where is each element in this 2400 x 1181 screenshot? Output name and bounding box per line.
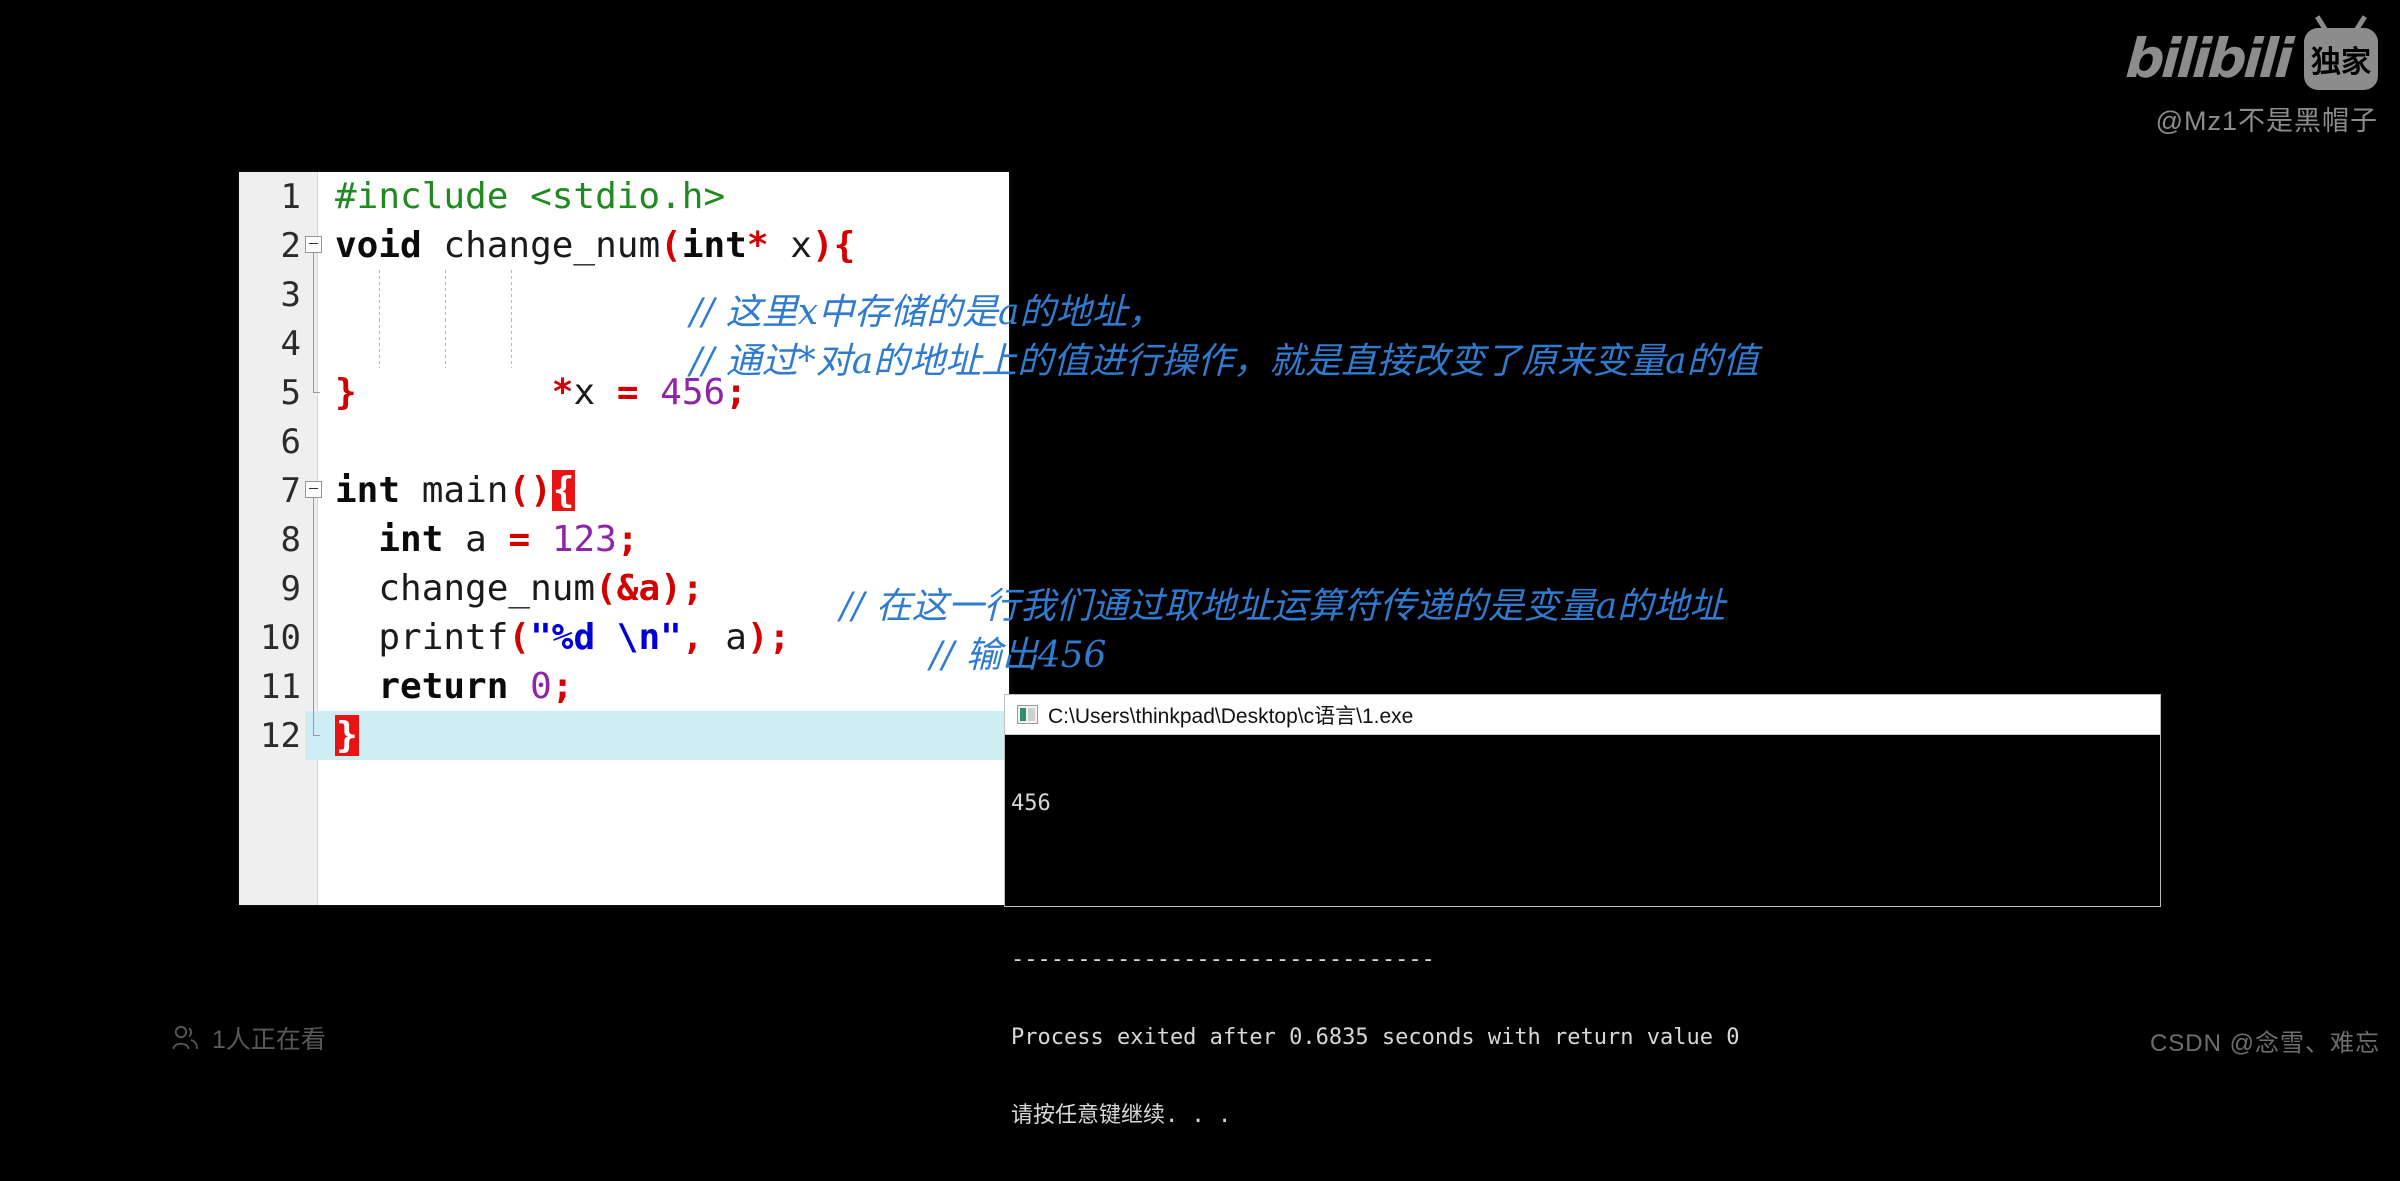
fold-guide-line <box>313 515 314 564</box>
fold-column <box>305 319 321 368</box>
fold-guide-line <box>313 498 314 515</box>
fold-guide-line <box>313 253 314 270</box>
token-format-string: "%d \n" <box>530 617 682 658</box>
token-paren-close: ) <box>746 617 769 658</box>
line-number: 1 <box>280 176 301 217</box>
line-number: 9 <box>280 568 301 609</box>
fold-guide-line <box>313 270 314 319</box>
people-icon <box>172 1025 198 1050</box>
console-titlebar[interactable]: C:\Users\thinkpad\Desktop\c语言\1.exe <box>1005 695 2160 735</box>
bilibili-logo-icon: bilibili <box>2123 27 2293 90</box>
viewer-count-status: 1人正在看 <box>170 1020 326 1056</box>
token-paren-close: ) <box>811 225 834 266</box>
token-number-123: 123 <box>551 519 617 560</box>
token-function-name: change_num <box>443 225 661 266</box>
console-title-text: C:\Users\thinkpad\Desktop\c语言\1.exe <box>1048 704 1414 728</box>
fold-column <box>305 515 321 564</box>
token-semicolon: ; <box>768 617 791 658</box>
console-output-exit-status: Process exited after 0.6835 seconds with… <box>1011 1025 1740 1050</box>
bilibili-exclusive-badge: 独家 <box>2304 28 2378 90</box>
line-number: 6 <box>280 421 301 462</box>
console-output-line: 456 <box>1011 791 1051 816</box>
line-number: 10 <box>260 617 301 658</box>
token-number-0: 0 <box>530 666 552 707</box>
fold-column <box>305 711 321 760</box>
token-brace-open: { <box>833 225 856 266</box>
line-number: 8 <box>280 519 301 560</box>
code-comment-line-3: // 这里x中存储的是a的地址， <box>690 292 1164 333</box>
console-app-icon <box>1017 705 1038 724</box>
token-brace-open-highlighted: { <box>551 470 576 511</box>
bilibili-logo-row: bilibili 独家 <box>2123 27 2378 90</box>
token-semicolon: ; <box>681 568 704 609</box>
token-semicolon: ; <box>616 519 639 560</box>
code-surface[interactable]: 1 #include <stdio.h> 2 void change_num(i… <box>239 172 1009 905</box>
viewer-count-label: 1人正在看 <box>212 1026 326 1054</box>
line-number: 7 <box>280 470 301 511</box>
code-line[interactable]: 1 #include <stdio.h> <box>239 172 1009 221</box>
bilibili-watermark: bilibili 独家 @Mz1不是黑帽子 <box>2123 27 2378 138</box>
token-paren-close: ) <box>530 470 552 511</box>
code-comment-line-10: // 输出456 <box>930 635 1107 676</box>
console-output-prompt: 请按任意键继续. . . <box>1011 1103 1232 1128</box>
token-var-a: a <box>725 617 747 658</box>
line-number: 5 <box>280 372 301 413</box>
token-keyword-void: void <box>335 225 422 266</box>
fold-guide-line <box>313 319 314 368</box>
fold-column <box>305 417 321 466</box>
code-comment-line-9: // 在这一行我们通过取地址运算符传递的是变量a的地址 <box>840 586 1726 627</box>
token-paren-open: ( <box>595 568 617 609</box>
line-number: 2 <box>280 225 301 266</box>
console-window[interactable]: C:\Users\thinkpad\Desktop\c语言\1.exe 456 … <box>1004 694 2161 1128</box>
token-param-x: x <box>768 225 812 266</box>
fold-column <box>305 564 321 613</box>
fold-column <box>305 662 321 711</box>
fold-column <box>305 368 321 417</box>
token-preprocessor: #include <stdio.h> <box>335 176 726 217</box>
fold-column[interactable] <box>305 466 322 515</box>
code-editor-panel[interactable]: 1 #include <stdio.h> 2 void change_num(i… <box>239 172 1009 905</box>
line-number: 3 <box>280 274 301 315</box>
code-line[interactable]: 2 void change_num(int* x){ <box>239 221 1009 270</box>
token-address-of-a: &a <box>616 568 661 609</box>
csdn-watermark: CSDN @念雪、难忘 <box>2149 1030 2380 1057</box>
fold-guide-end <box>313 711 320 736</box>
fold-collapse-icon[interactable] <box>305 236 322 253</box>
line-number: 12 <box>260 715 301 756</box>
fold-column[interactable] <box>305 221 322 270</box>
console-output[interactable]: 456 -------------------------------- Pro… <box>1005 735 2160 1181</box>
token-semicolon: ; <box>551 666 574 707</box>
token-assign: = <box>508 519 531 560</box>
streamer-handle: @Mz1不是黑帽子 <box>2155 106 2378 136</box>
token-paren-open: ( <box>660 225 682 266</box>
fold-guide-line <box>313 564 314 613</box>
code-comment-line-4: // 通过*对a的地址上的值进行操作，就是直接改变了原来变量a的值 <box>690 341 1759 382</box>
fold-guide-line <box>313 662 314 711</box>
fold-guide-end <box>313 368 320 393</box>
line-number: 11 <box>260 666 301 707</box>
token-paren-open: ( <box>508 617 531 658</box>
fold-column <box>305 172 321 221</box>
line-content[interactable]: #include <stdio.h> <box>321 172 1009 221</box>
token-paren-open: ( <box>508 470 531 511</box>
token-star: * <box>746 225 769 266</box>
fold-guide-line <box>313 613 314 662</box>
token-comma: , <box>681 617 704 658</box>
console-output-separator: -------------------------------- <box>1011 947 1435 972</box>
token-paren-close: ) <box>660 568 682 609</box>
fold-collapse-icon[interactable] <box>305 481 322 498</box>
token-keyword-int: int <box>681 225 747 266</box>
fold-column <box>305 613 321 662</box>
line-number: 4 <box>280 323 301 364</box>
fold-column <box>305 270 321 319</box>
